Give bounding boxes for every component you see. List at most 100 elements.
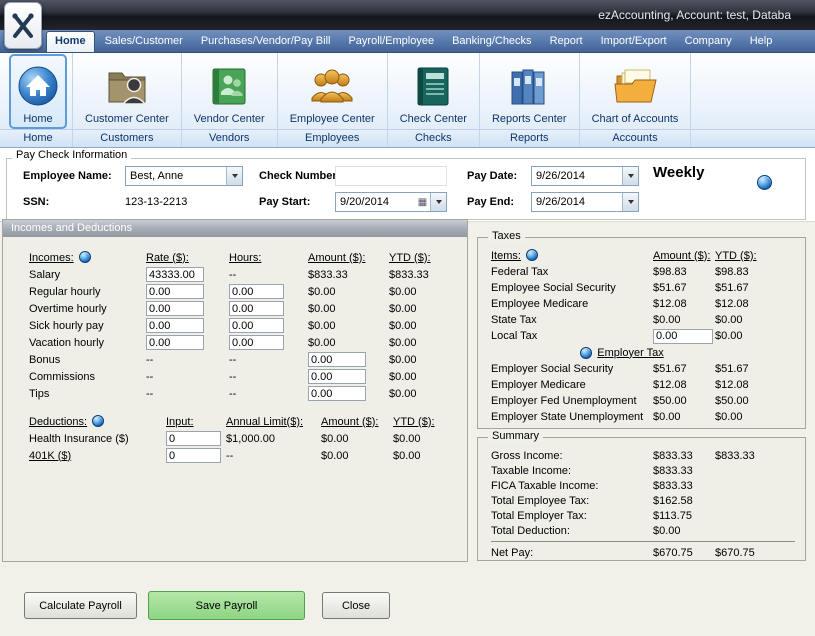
pay-start-datepicker[interactable]: 9/20/2014 ▦ bbox=[335, 192, 447, 212]
deduction-input-input[interactable] bbox=[166, 431, 221, 446]
annual-limit-column-label: Annual Limit($): bbox=[226, 416, 321, 428]
pay-end-dropdown-icon[interactable] bbox=[622, 193, 638, 211]
tab-home[interactable]: Home bbox=[46, 31, 95, 52]
tab-help[interactable]: Help bbox=[742, 31, 781, 52]
rate-input[interactable] bbox=[146, 267, 204, 282]
toolbar-item-label: Chart of Accounts bbox=[592, 113, 679, 125]
chart-of-accounts-icon bbox=[612, 58, 658, 113]
amount-input[interactable] bbox=[308, 352, 366, 367]
summary-row-label: FICA Taxable Income: bbox=[491, 480, 653, 492]
amount-value: $0.00 bbox=[308, 320, 389, 332]
save-payroll-button[interactable]: Save Payroll bbox=[148, 591, 305, 620]
employer-tax-label: Employer Tax bbox=[597, 347, 663, 359]
toolbar-item-sublabel: Vendors bbox=[209, 129, 249, 147]
rate-value: -- bbox=[146, 371, 229, 383]
pay-date-select[interactable]: 9/26/2014 bbox=[531, 166, 639, 186]
app-logo-button[interactable] bbox=[4, 2, 42, 49]
hours-value: -- bbox=[229, 371, 308, 383]
rate-value: -- bbox=[146, 354, 229, 366]
deductions-column-label: Deductions: bbox=[29, 416, 87, 428]
toolbar-item-sublabel: Customers bbox=[100, 129, 153, 147]
tax-row-local-tax: Local Tax $0.00 bbox=[491, 328, 805, 344]
toolbar: HomeHome Customer Center Customers Vendor C… bbox=[0, 53, 815, 148]
tax-amount-value: $12.08 bbox=[653, 298, 715, 310]
toolbar-item-chart-of-accounts[interactable]: Chart of AccountsAccounts bbox=[580, 53, 692, 147]
incomes-deductions-header: Incomes and Deductions bbox=[3, 220, 467, 237]
title-bar: ezAccounting, Account: test, Databa bbox=[0, 0, 815, 30]
pay-start-dropdown-icon[interactable] bbox=[430, 193, 446, 211]
tab-payroll-employee[interactable]: Payroll/Employee bbox=[340, 31, 442, 52]
calculate-payroll-button[interactable]: Calculate Payroll bbox=[24, 592, 137, 619]
pay-date-dropdown-icon[interactable] bbox=[622, 167, 638, 185]
tab-report[interactable]: Report bbox=[542, 31, 591, 52]
hours-column-label: Hours: bbox=[229, 252, 308, 264]
tax-ytd-value: $12.08 bbox=[715, 298, 785, 310]
summary-panel: Summary Gross Income:$833.33$833.33Taxab… bbox=[477, 437, 806, 561]
toolbar-item-reports-center[interactable]: Reports CenterReports bbox=[480, 53, 580, 147]
income-row-overtime-hourly: Overtime hourly$0.00$0.00 bbox=[29, 300, 467, 317]
tab-purchases-vendor-pay-bill[interactable]: Purchases/Vendor/Pay Bill bbox=[193, 31, 339, 52]
incomes-deductions-panel: Incomes and Deductions Incomes: Rate ($)… bbox=[2, 219, 468, 562]
employer-tax-help-icon[interactable] bbox=[580, 347, 592, 359]
rate-column-label: Rate ($): bbox=[146, 252, 229, 264]
toolbar-item-vendor-center[interactable]: Vendor CenterVendors bbox=[182, 53, 278, 147]
toolbar-item-label: Home bbox=[23, 113, 52, 125]
amount-input[interactable] bbox=[308, 386, 366, 401]
deduction-ytd-value: $0.00 bbox=[393, 433, 453, 445]
hours-input[interactable] bbox=[229, 284, 284, 299]
deductions-help-icon[interactable] bbox=[92, 415, 104, 427]
pay-end-select[interactable]: 9/26/2014 bbox=[531, 192, 639, 212]
amount-column-label: Amount ($): bbox=[308, 252, 389, 264]
close-button[interactable]: Close bbox=[322, 592, 390, 619]
tax-row-label: Local Tax bbox=[491, 330, 653, 342]
employee-name-select[interactable]: Best, Anne bbox=[125, 166, 243, 186]
toolbar-item-home[interactable]: HomeHome bbox=[4, 53, 73, 147]
summary-row-label: Total Employee Tax: bbox=[491, 495, 653, 507]
income-row-sick-hourly-pay: Sick hourly pay$0.00$0.00 bbox=[29, 317, 467, 334]
tax-ytd-value: $0.00 bbox=[715, 330, 785, 342]
annual-limit-value: -- bbox=[226, 450, 321, 462]
summary-row-gross-income: Gross Income:$833.33$833.33 bbox=[491, 448, 795, 463]
income-row-label: Bonus bbox=[29, 354, 146, 366]
toolbar-item-customer-center[interactable]: Customer Center Customers bbox=[73, 53, 182, 147]
hours-input[interactable] bbox=[229, 318, 284, 333]
tax-row-state-tax: State Tax$0.00$0.00 bbox=[491, 312, 805, 328]
tax-row-label: Employee Medicare bbox=[491, 298, 653, 310]
tab-company[interactable]: Company bbox=[677, 31, 740, 52]
rate-input[interactable] bbox=[146, 301, 204, 316]
summary-row-net-pay: Net Pay:$670.75$670.75 bbox=[491, 541, 795, 560]
hours-value: -- bbox=[229, 269, 308, 281]
tab-import-export[interactable]: Import/Export bbox=[593, 31, 675, 52]
incomes-help-icon[interactable] bbox=[79, 251, 91, 263]
summary-ytd-value: $833.33 bbox=[715, 450, 785, 462]
toolbar-item-employee-center[interactable]: Employee CenterEmployees bbox=[278, 53, 388, 147]
hours-input[interactable] bbox=[229, 301, 284, 316]
toolbar-item-label: Customer Center bbox=[85, 113, 169, 125]
tax-amount-value: $0.00 bbox=[653, 411, 715, 423]
check-number-input[interactable] bbox=[335, 166, 447, 186]
reports-center-icon bbox=[506, 58, 552, 113]
rate-input[interactable] bbox=[146, 284, 204, 299]
deduction-input-input[interactable] bbox=[166, 448, 221, 463]
ytd-value: $0.00 bbox=[389, 286, 449, 298]
income-row-label: Vacation hourly bbox=[29, 337, 146, 349]
ytd-value: $0.00 bbox=[389, 371, 449, 383]
tax-row-employer-state-unemployment: Employer State Unemployment$0.00$0.00 bbox=[491, 409, 805, 425]
summary-amount-value: $0.00 bbox=[653, 525, 715, 537]
app-logo-icon bbox=[10, 11, 36, 41]
paycheck-help-icon[interactable] bbox=[757, 175, 772, 190]
rate-input[interactable] bbox=[146, 318, 204, 333]
tax-amount-input[interactable] bbox=[653, 329, 713, 344]
hours-input[interactable] bbox=[229, 335, 284, 350]
rate-input[interactable] bbox=[146, 335, 204, 350]
tab-sales-customer[interactable]: Sales/Customer bbox=[97, 31, 191, 52]
taxes-help-icon[interactable] bbox=[526, 249, 538, 261]
summary-amount-value: $162.58 bbox=[653, 495, 715, 507]
employee-name-dropdown-icon[interactable] bbox=[226, 167, 242, 185]
hours-value: -- bbox=[229, 388, 308, 400]
deduction-row-label[interactable]: 401K ($) bbox=[29, 450, 166, 462]
deduction-ytd-value: $0.00 bbox=[393, 450, 453, 462]
tab-banking-checks[interactable]: Banking/Checks bbox=[444, 31, 540, 52]
toolbar-item-check-center[interactable]: Check CenterChecks bbox=[388, 53, 480, 147]
amount-input[interactable] bbox=[308, 369, 366, 384]
